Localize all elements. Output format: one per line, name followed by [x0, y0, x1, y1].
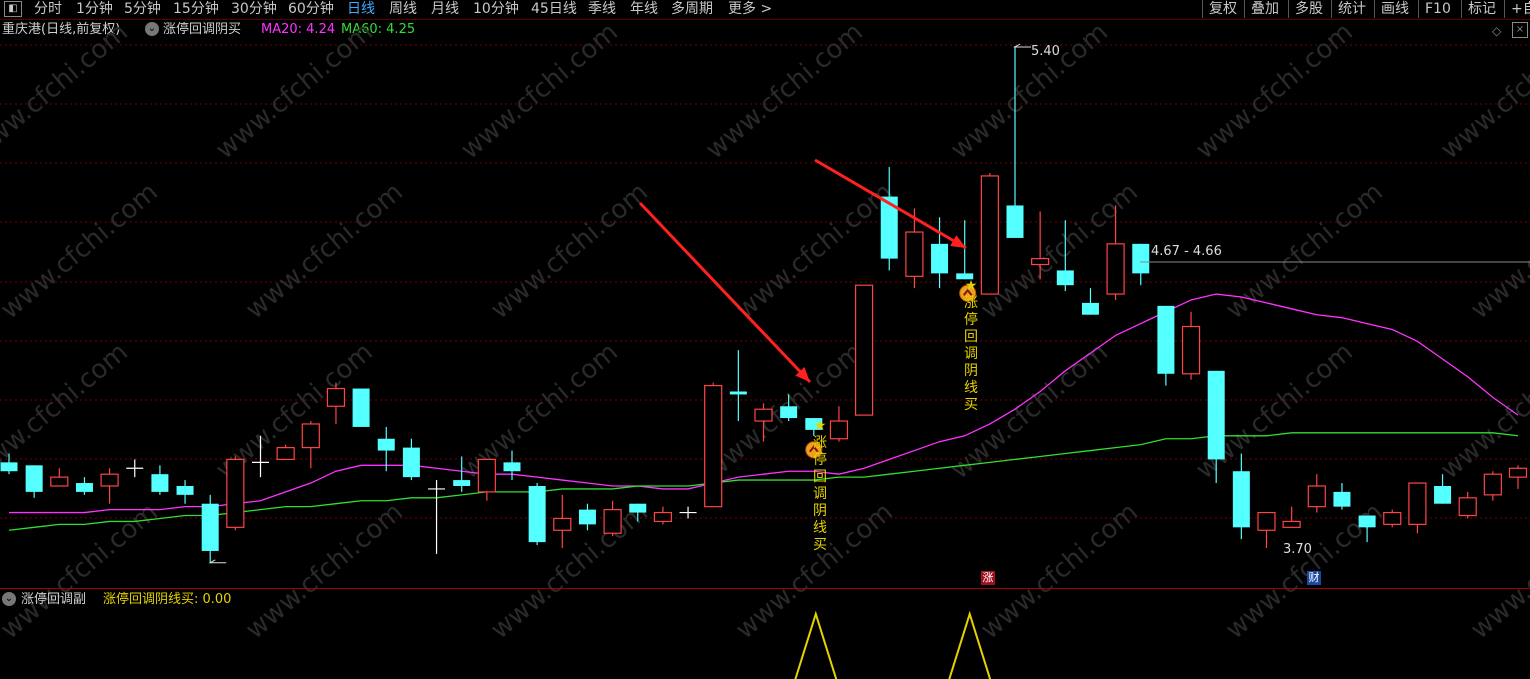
candle-body: [1006, 205, 1024, 238]
candle-body: [1106, 243, 1125, 295]
range-price-label: 4.67 - 4.66: [1151, 244, 1222, 259]
watermark: www.cfchi.com: [1465, 177, 1530, 325]
sub-panel-divider: [0, 588, 1530, 589]
candle-body: [1232, 471, 1250, 528]
watermark: www.cfchi.com: [1465, 497, 1530, 645]
watermark: www.cfchi.com: [975, 497, 1144, 645]
watermark: www.cfchi.com: [240, 177, 409, 325]
candle-body: [1257, 511, 1276, 531]
low-price-label: 3.70: [1283, 542, 1312, 557]
candle-body: [553, 517, 572, 531]
watermark: www.cfchi.com: [1435, 17, 1530, 165]
candle-body: [729, 391, 747, 395]
candle-body: [75, 483, 93, 492]
high-price-label: 5.40: [1031, 44, 1060, 59]
candle-body: [276, 447, 295, 461]
candle-body: [201, 503, 219, 551]
candle-body: [704, 384, 723, 508]
watermark: www.cfchi.com: [240, 497, 409, 645]
candle-body: [931, 243, 949, 274]
candle-body: [1408, 482, 1427, 525]
candle-body: [1383, 511, 1402, 525]
candle-body: [1434, 485, 1452, 504]
candle-body: [1333, 491, 1351, 507]
watermark: www.cfchi.com: [0, 337, 134, 485]
high-marker: [1013, 43, 1031, 48]
candle-body: [1181, 325, 1201, 375]
candle-body: [100, 473, 119, 487]
watermark: www.cfchi.com: [1190, 17, 1359, 165]
signal-label: 涨停回调阴线买: [964, 295, 978, 413]
candle-body: [1483, 473, 1502, 496]
signal-star-icon: ★: [964, 278, 978, 294]
finance-badge[interactable]: 财: [1307, 571, 1321, 585]
candle-body: [780, 406, 798, 419]
watermark: www.cfchi.com: [0, 177, 164, 325]
signal-text-1: ★ 涨停回调阴线买: [812, 418, 828, 554]
candle-body: [905, 231, 924, 277]
watermark: www.cfchi.com: [1435, 337, 1530, 485]
candle-body: [301, 423, 320, 449]
watermark: www.cfchi.com: [945, 17, 1114, 165]
signal-text-2: ★ 涨停回调阴线买: [963, 278, 979, 414]
watermark: www.cfchi.com: [700, 17, 869, 165]
signal-star-icon: ★: [813, 418, 827, 434]
candle-body: [1031, 258, 1050, 266]
kline-chart[interactable]: www.cfchi.com www.cfchi.com www.cfchi.com w…: [0, 0, 1530, 679]
candle-body: [25, 465, 43, 492]
candle-body: [829, 420, 849, 440]
candle-body: [453, 480, 471, 486]
candle-body: [754, 408, 773, 422]
candle-body: [1157, 305, 1175, 374]
candle-body: [1207, 370, 1225, 460]
watermark: www.cfchi.com: [1220, 177, 1389, 325]
candle-body: [503, 462, 521, 472]
chevron-down-icon[interactable]: ⌄: [2, 592, 16, 606]
candle-body: [151, 474, 169, 492]
watermark: www.cfchi.com: [730, 177, 899, 325]
watermark: www.cfchi.com: [0, 497, 164, 645]
candle-body: [477, 458, 496, 493]
sub-indicator-name[interactable]: 涨停回调副: [21, 591, 86, 609]
candle-body: [603, 509, 622, 534]
candle-body: [1358, 515, 1376, 528]
candle-body: [578, 509, 596, 525]
candle-body: [1081, 302, 1099, 315]
signal-label: 涨停回调阴线买: [813, 435, 827, 553]
candle-body: [1282, 520, 1301, 528]
watermark: www.cfchi.com: [485, 177, 654, 325]
candle-body: [528, 485, 546, 543]
candle-body: [1458, 497, 1477, 517]
limit-up-badge[interactable]: 涨: [981, 571, 995, 585]
candle-body: [352, 388, 370, 427]
candle-body: [1307, 485, 1326, 508]
candle-body: [980, 175, 999, 295]
candle-body: [1508, 467, 1528, 478]
candle-body: [50, 476, 69, 487]
watermark: www.cfchi.com: [210, 17, 379, 165]
sub-indicator-value: 涨停回调阴线买: 0.00: [103, 592, 232, 607]
candle-body: [854, 284, 874, 416]
candle-body: [377, 438, 395, 451]
sub-signal-spike: [794, 610, 838, 679]
watermark: www.cfchi.com: [0, 17, 134, 165]
candle-body: [1132, 243, 1150, 274]
candle-body: [0, 462, 18, 472]
candle-body: [226, 458, 245, 528]
candle-body: [326, 387, 346, 407]
candle-body: [1056, 270, 1074, 286]
candle-body: [176, 485, 194, 495]
candle-body: [629, 503, 647, 513]
low-marker: [208, 559, 227, 564]
candle-body: [653, 511, 673, 523]
watermark: www.cfchi.com: [455, 17, 624, 165]
candle-body: [402, 447, 420, 478]
